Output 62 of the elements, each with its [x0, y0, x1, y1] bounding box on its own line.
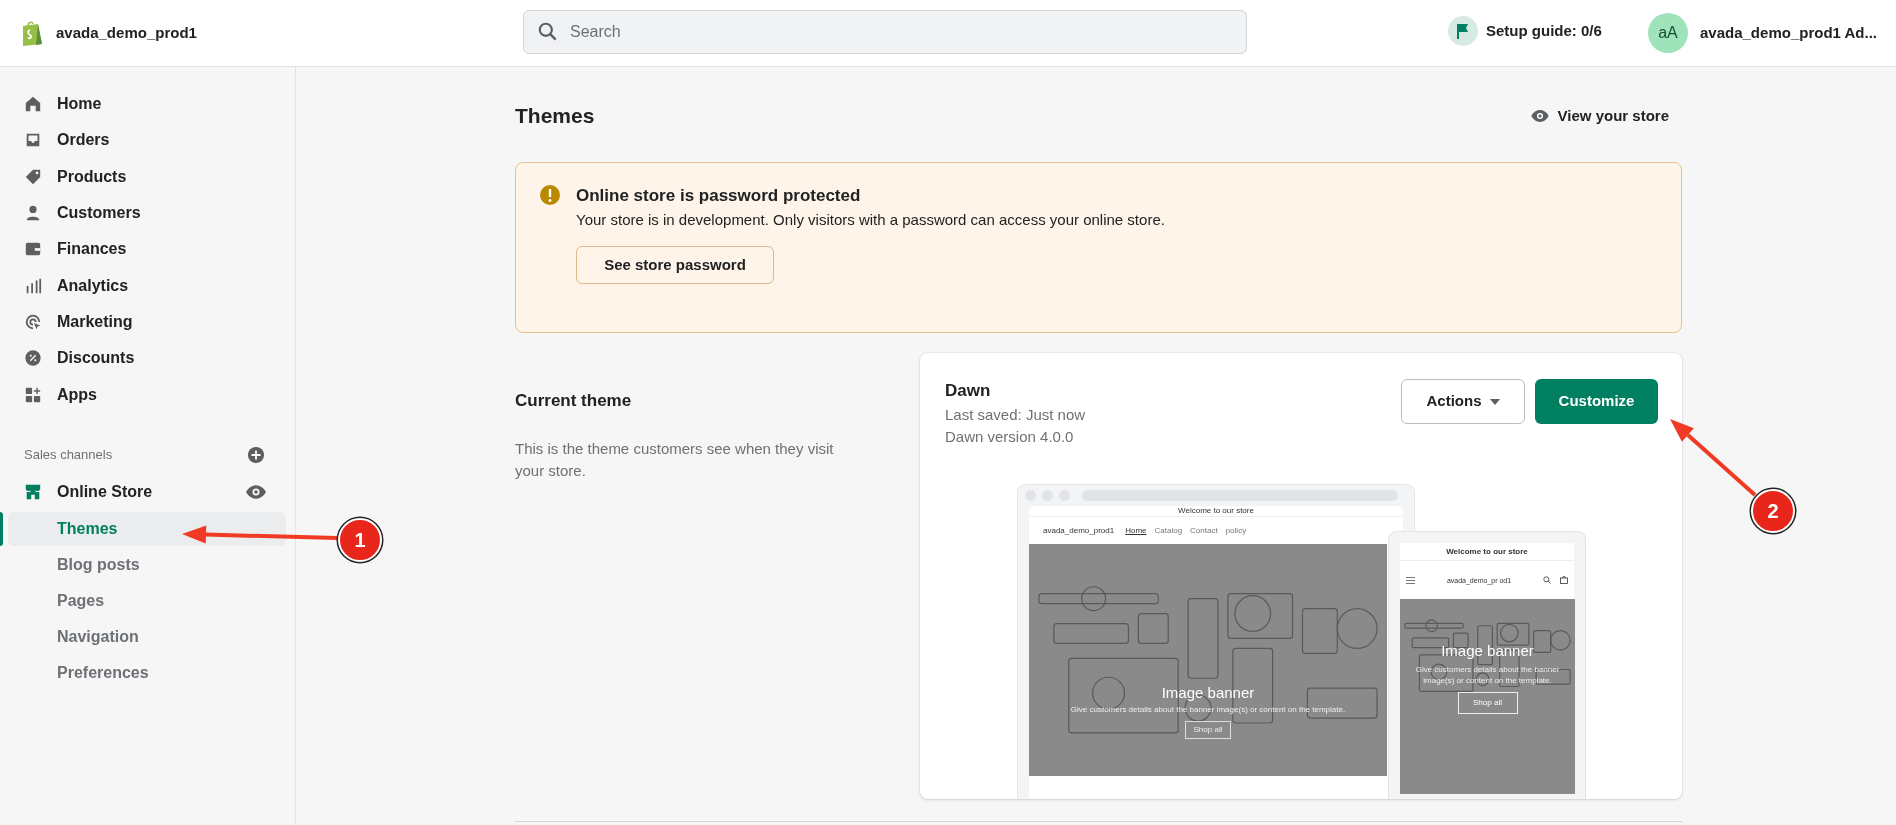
target-cursor-icon	[24, 312, 42, 331]
search-field[interactable]: Search	[523, 10, 1247, 54]
banner-title: Image banner	[1161, 684, 1255, 702]
nav-item[interactable]: Discounts	[0, 340, 295, 377]
store-name: avada_demo_prod1	[56, 22, 197, 43]
storefront-icon	[24, 482, 42, 501]
caret-icon	[1489, 398, 1500, 405]
step-number-badge: 2	[1751, 489, 1795, 533]
alert-text: Your store is in development. Only visitors with a password can access your online store.	[576, 210, 1165, 230]
nav-item[interactable]: Orders	[0, 122, 295, 159]
nav-item[interactable]: Analytics	[0, 267, 295, 304]
nav-item[interactable]: Home	[0, 86, 295, 123]
customize-button[interactable]: Customize	[1535, 379, 1658, 424]
nav-item[interactable]: Marketing	[0, 303, 295, 341]
bag-icon	[1560, 576, 1568, 584]
menu-icon	[1406, 576, 1415, 584]
page-title: Themes	[515, 103, 595, 130]
subnav-item[interactable]: Blog posts	[8, 547, 286, 582]
person-icon	[24, 204, 42, 223]
last-saved-text: Last saved: Just now	[945, 405, 1086, 425]
banner-text: Give customers details about the banner image(s) or content on the template.	[1414, 664, 1561, 686]
section-heading: Current theme	[515, 390, 633, 412]
add-icon	[247, 445, 265, 464]
discount-badge-icon	[24, 349, 42, 368]
shopping-bag-logo-icon	[20, 19, 44, 47]
banner-title: Image banner	[1441, 642, 1534, 660]
subnav-item[interactable]: Preferences	[8, 655, 286, 690]
see-password-button[interactable]: See store password	[576, 246, 774, 284]
flag-icon	[1448, 16, 1478, 46]
search-icon	[1543, 576, 1551, 584]
section-description: This is the theme customers see when they visit your store.	[515, 438, 835, 481]
banner-text: Give customers details about the banner image(s) or content on the template.	[1069, 705, 1347, 715]
tag-icon	[24, 167, 42, 186]
subnav-item[interactable]: Pages	[8, 583, 286, 618]
announcement-text: Welcome to our store	[1400, 543, 1574, 561]
subnav-item[interactable]: Navigation	[8, 619, 286, 654]
account-name[interactable]: avada_demo_prod1 Ad...	[1700, 21, 1877, 45]
subnav-item[interactable]: Themes	[8, 511, 286, 546]
eye-icon	[245, 483, 267, 500]
actions-button[interactable]: Actions	[1401, 379, 1525, 424]
nav-item[interactable]: Apps	[0, 376, 295, 413]
preview-store-name: avada_demo_prod1	[1043, 524, 1115, 537]
step-number-badge: 1	[338, 518, 382, 562]
active-indicator	[0, 511, 3, 546]
alert-title: Online store is password protected	[576, 185, 862, 207]
search-icon	[537, 21, 559, 43]
section-title: Sales channels	[24, 445, 113, 464]
nav-item[interactable]: Finances	[0, 231, 295, 268]
eye-icon	[1529, 109, 1550, 123]
version-text: Dawn version 4.0.0	[945, 427, 1075, 447]
announcement-text: Welcome to our store	[1029, 506, 1403, 517]
bar-chart-icon	[24, 276, 42, 295]
nav-item[interactable]: Customers	[0, 194, 295, 232]
apps-icon	[24, 385, 42, 404]
view-store-link[interactable]: View your store	[1529, 104, 1669, 128]
nav-item[interactable]: Products	[0, 158, 295, 195]
setup-guide-link[interactable]: Setup guide: 0/6	[1486, 19, 1602, 43]
theme-name: Dawn	[945, 380, 992, 402]
home-icon	[24, 95, 42, 114]
channel-link[interactable]: Online Store	[57, 479, 230, 504]
avatar[interactable]: aA	[1648, 13, 1688, 53]
warning-icon	[539, 184, 561, 206]
